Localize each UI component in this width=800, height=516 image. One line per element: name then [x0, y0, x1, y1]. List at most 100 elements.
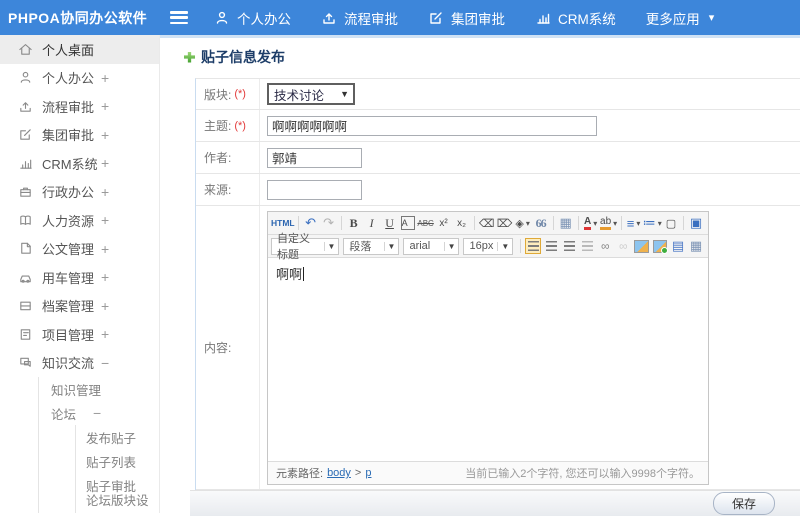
sidebar-item-knowledge-mgmt[interactable]: 知识管理 — [39, 377, 159, 401]
subscript-button[interactable]: x₂ — [453, 214, 471, 232]
sidebar-item-knowledge[interactable]: 知识交流 − — [0, 349, 159, 378]
edit-square-icon — [428, 10, 444, 26]
sidebar-item-archives[interactable]: 档案管理 + — [0, 292, 159, 321]
align-right-button[interactable] — [561, 238, 577, 254]
font-color-button[interactable]: A ▾ — [582, 214, 600, 232]
expand-plus-icon[interactable]: + — [101, 70, 109, 86]
bar-chart-icon — [18, 156, 33, 171]
edit-square-icon — [18, 127, 33, 142]
field-label: 版块: — [204, 87, 232, 102]
person-icon — [18, 70, 33, 85]
subject-input[interactable] — [267, 115, 597, 136]
upload-image-icon[interactable] — [652, 239, 669, 254]
nav-group-approval[interactable]: 集团审批 — [428, 8, 505, 28]
insert-media-icon[interactable]: ▤ — [669, 237, 687, 255]
sidebar-item-crm[interactable]: CRM系统 + — [0, 149, 159, 178]
briefcase-icon — [18, 184, 33, 199]
expand-plus-icon[interactable]: + — [101, 212, 109, 228]
insert-date-icon[interactable]: ▦ — [557, 214, 575, 232]
sidebar-item-group-approval[interactable]: 集团审批 + — [0, 121, 159, 150]
menu-toggle-icon[interactable] — [170, 11, 188, 24]
font-family-select[interactable]: arial ▼ — [403, 237, 460, 255]
sidebar-item-projects[interactable]: 项目管理 + — [0, 320, 159, 349]
italic-button[interactable]: I — [363, 214, 381, 232]
sidebar-item-desktop[interactable]: 个人桌面 — [0, 35, 159, 64]
strikethrough-button[interactable]: ABC — [417, 214, 435, 232]
book-icon — [18, 213, 33, 228]
align-left-button[interactable] — [525, 238, 542, 254]
fullscreen-icon[interactable]: ▣ — [687, 214, 705, 232]
expand-plus-icon[interactable]: + — [101, 98, 109, 114]
upload-tray-icon — [18, 99, 33, 114]
field-label: 来源: — [204, 183, 232, 197]
expand-plus-icon[interactable]: + — [101, 184, 109, 200]
expand-plus-icon[interactable]: + — [101, 326, 109, 342]
align-justify-button[interactable] — [579, 238, 595, 254]
editor-content[interactable]: 啊啊 — [268, 258, 708, 461]
nav-more-apps[interactable]: 更多应用 ▾ — [646, 8, 715, 28]
topbar: PHPOA协同办公软件 个人办公 流程审批 集团审批 CRM系统 更多应用 ▾ — [0, 0, 800, 35]
nav-label: 个人办公 — [237, 11, 291, 27]
sidebar-item-forum[interactable]: 论坛 − — [39, 401, 159, 425]
unlink-icon[interactable]: ∞ — [614, 237, 632, 255]
collapse-minus-icon[interactable]: − — [101, 355, 109, 371]
char-counter: 当前已输入2个字符, 您还可以输入9998个字符。 — [465, 468, 700, 480]
highlight-color-button[interactable]: ab ▾ — [600, 214, 618, 232]
expand-plus-icon[interactable]: + — [101, 241, 109, 257]
source-input[interactable] — [267, 179, 362, 200]
clipboard-icon — [18, 327, 33, 342]
nav-crm[interactable]: CRM系统 — [535, 8, 616, 28]
nav-process-approval[interactable]: 流程审批 — [321, 8, 398, 28]
chat-pages-icon — [18, 355, 33, 370]
bold-button[interactable]: B — [345, 214, 363, 232]
sidebar: 个人桌面 个人办公 + 流程审批 + 集团审批 + CRM系统 + 行政办公 +… — [0, 35, 160, 513]
sidebar-item-post-publish[interactable]: 发布贴子 — [76, 425, 159, 449]
align-center-button[interactable] — [543, 238, 559, 254]
sidebar-forum-submenu: 发布贴子 贴子列表 贴子审批 论坛版块设置 — [75, 425, 159, 513]
expand-plus-icon[interactable]: + — [101, 298, 109, 314]
form-row-subject: 主题: (*) — [196, 110, 800, 142]
insert-table-icon[interactable]: ▦ — [687, 237, 705, 255]
blockquote-icon[interactable]: 66 — [532, 214, 550, 232]
required-mark: (*) — [234, 88, 246, 100]
font-size-select[interactable]: 16px ▼ — [463, 237, 514, 255]
link-icon[interactable]: ∞ — [596, 237, 614, 255]
required-mark: (*) — [234, 119, 246, 132]
eraser-icon[interactable]: ⌫ — [478, 214, 496, 232]
field-label: 作者: — [204, 151, 232, 165]
sidebar-item-documents[interactable]: 公文管理 + — [0, 235, 159, 264]
superscript-button[interactable]: x² — [435, 214, 453, 232]
expand-plus-icon[interactable]: + — [101, 127, 109, 143]
nav-personal-office[interactable]: 个人办公 — [214, 8, 291, 28]
form-row-source: 来源: — [196, 174, 800, 206]
insert-image-icon[interactable] — [634, 239, 649, 253]
custom-title-select[interactable]: 自定义标题 ▼ — [271, 233, 340, 261]
underline-button[interactable]: U — [381, 214, 399, 232]
sidebar-item-post-list[interactable]: 贴子列表 — [76, 449, 159, 473]
sidebar-item-admin-office[interactable]: 行政办公 + — [0, 178, 159, 207]
ordered-list-button[interactable]: ≡ ▾ — [625, 214, 643, 232]
sidebar-item-forum-board-settings[interactable]: 论坛版块设置 — [76, 494, 159, 513]
author-input[interactable] — [267, 147, 362, 168]
new-page-icon[interactable]: ▢ — [662, 214, 680, 232]
sidebar-item-process-approval[interactable]: 流程审批 + — [0, 92, 159, 121]
paragraph-select[interactable]: 段落 ▼ — [343, 237, 400, 255]
app-logo: PHPOA协同办公软件 — [8, 9, 148, 26]
redo-icon[interactable]: ↷ — [320, 214, 338, 232]
sidebar-item-vehicles[interactable]: 用车管理 + — [0, 263, 159, 292]
format-clear-icon[interactable]: ⌦ — [496, 214, 514, 232]
add-icon — [184, 51, 195, 63]
unordered-list-button[interactable]: ≔ ▾ — [643, 214, 662, 232]
expand-plus-icon[interactable]: + — [101, 269, 109, 285]
format-painter-icon[interactable]: ◈ ▾ — [514, 214, 532, 232]
collapse-minus-icon[interactable]: − — [93, 405, 101, 421]
sidebar-item-hr[interactable]: 人力资源 + — [0, 206, 159, 235]
editor-toolbar-row2: 自定义标题 ▼ 段落 ▼ arial ▼ 16px ▼ ∞ ∞ ▤ ▦ — [268, 233, 708, 261]
path-body-link[interactable]: body — [327, 467, 351, 479]
expand-plus-icon[interactable]: + — [101, 155, 109, 171]
board-select[interactable]: 技术讨论 ▼ — [267, 83, 355, 105]
save-button[interactable]: 保存 — [713, 492, 775, 515]
sidebar-item-personal-office[interactable]: 个人办公 + — [0, 64, 159, 93]
path-p-link[interactable]: p — [365, 467, 371, 479]
char-border-button[interactable]: A — [400, 216, 415, 230]
